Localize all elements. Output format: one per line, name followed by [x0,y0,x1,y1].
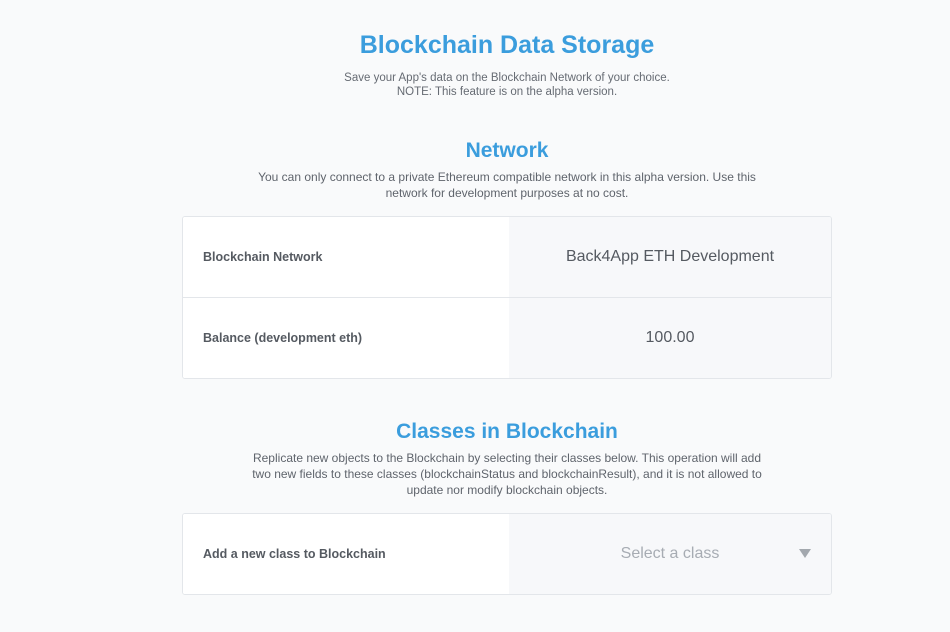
alpha-note: NOTE: This feature is on the alpha versi… [396,86,618,98]
page-subtitle: Save your App's data on the Blockchain N… [344,72,670,84]
network-card: Blockchain Network Back4App ETH Developm… [182,216,832,379]
network-row: Blockchain Network Back4App ETH Developm… [183,217,831,297]
network-heading: Network [465,139,549,162]
network-value: Back4App ETH Development [509,217,831,297]
balance-value: 100.00 [509,298,831,378]
balance-row: Balance (development eth) 100.00 [183,297,831,378]
network-label: Blockchain Network [183,217,509,297]
chevron-down-icon[interactable] [799,549,811,558]
classes-heading: Classes in Blockchain [396,420,618,443]
network-description: You can only connect to a private Ethere… [258,170,756,200]
classes-card: Add a new class to Blockchain Select a c… [182,513,832,595]
class-select[interactable]: Select a class [509,514,831,594]
page-title: Blockchain Data Storage [359,31,655,59]
classes-description: Replicate new objects to the Blockchain … [252,451,762,497]
add-class-row: Add a new class to Blockchain Select a c… [183,514,831,594]
class-select-placeholder: Select a class [620,545,720,562]
add-class-label: Add a new class to Blockchain [183,514,509,594]
balance-label: Balance (development eth) [183,298,509,378]
